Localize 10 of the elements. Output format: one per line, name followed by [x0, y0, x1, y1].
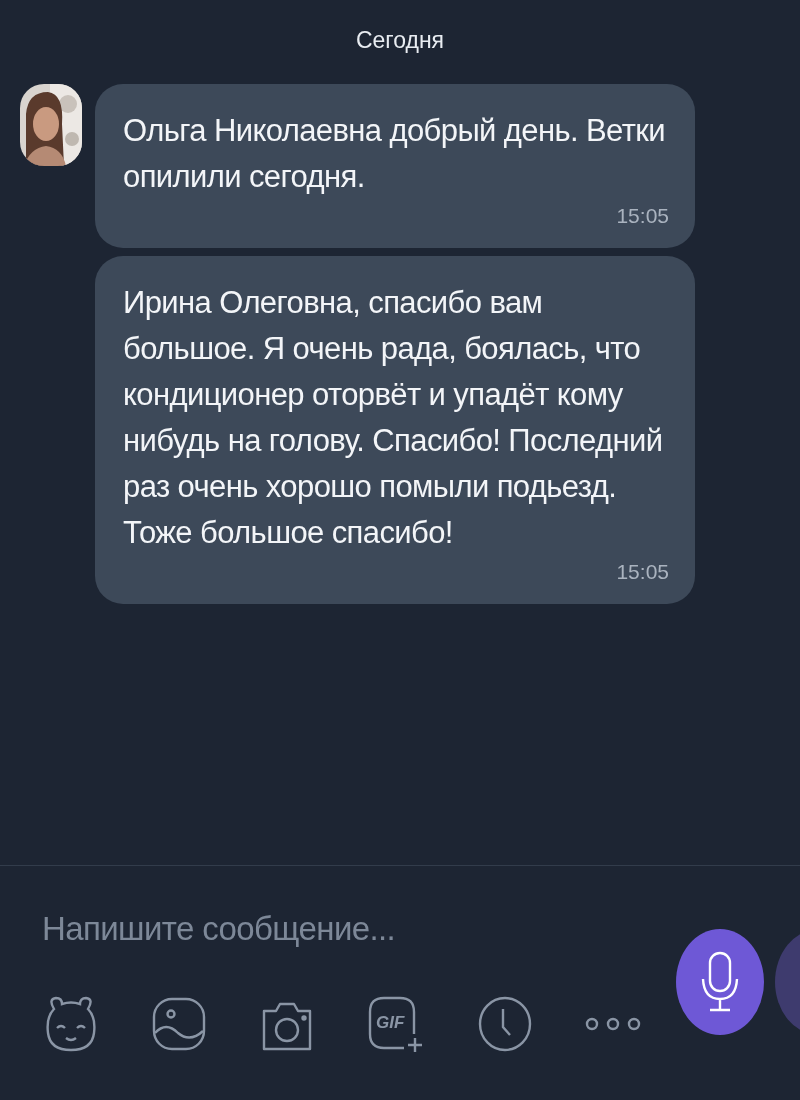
- gif-button[interactable]: GIF: [366, 994, 426, 1054]
- microphone-icon: [700, 951, 740, 1013]
- message-time: 15:05: [616, 560, 669, 584]
- message-input[interactable]: Напишите сообщение...: [42, 910, 642, 948]
- clock-icon[interactable]: [476, 995, 534, 1053]
- message-text: Ольга Николаевна добрый день. Ветки опилили сегодня.: [123, 112, 666, 196]
- message-text: Ирина Олеговна, спасибо вам большое. Я очень рада, боялась, что кондиционер оторвёт и упадёт кому нибудь на голову. Спасибо! Последний раз очень хорошо помыли подьезд. Тоже большое спасибо!: [123, 284, 664, 552]
- date-separator: Сегодня: [355, 27, 445, 54]
- image-icon[interactable]: [150, 995, 208, 1053]
- message-time: 15:05: [616, 204, 669, 228]
